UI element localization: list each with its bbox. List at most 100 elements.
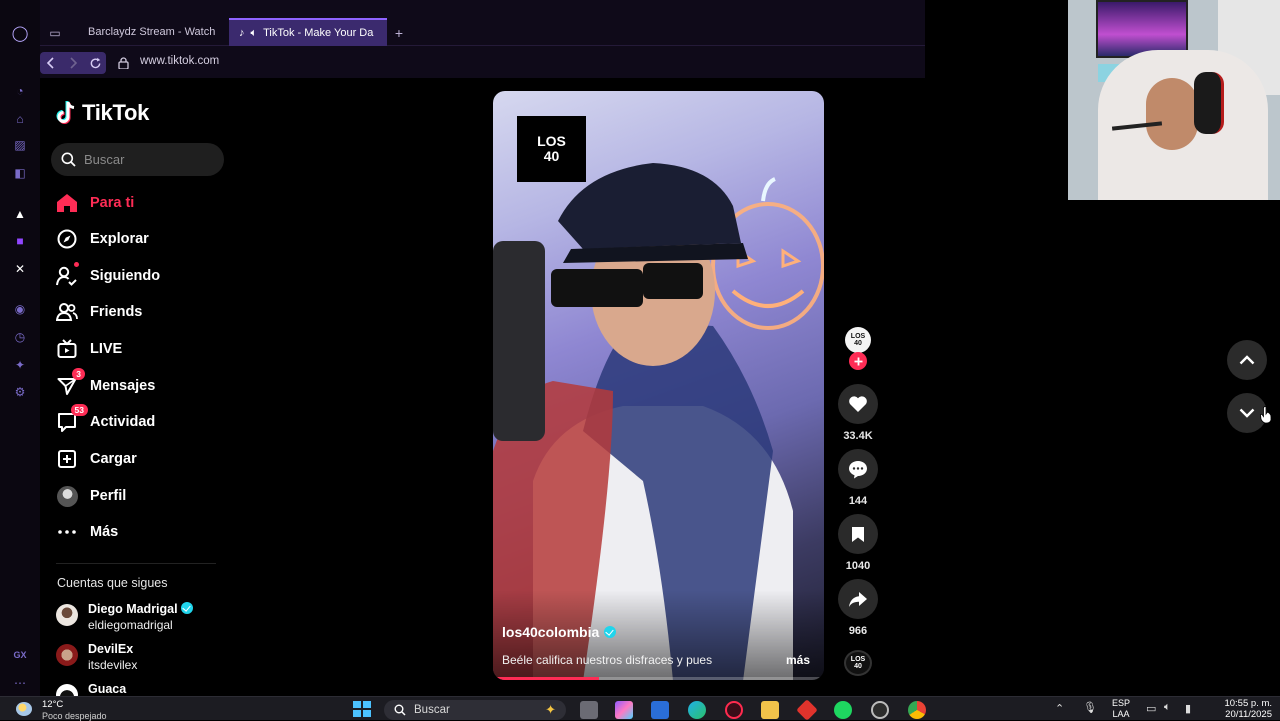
tiktok-note-icon: [56, 101, 75, 124]
video-progress-track[interactable]: [493, 677, 824, 680]
more-icon: [56, 521, 78, 543]
like-button[interactable]: [838, 384, 878, 424]
video-author[interactable]: los40colombia: [502, 624, 617, 640]
author-avatar[interactable]: LOS 40: [845, 327, 871, 353]
webcam-overlay: [1068, 0, 1280, 200]
nav-friends[interactable]: Friends: [56, 298, 142, 326]
chevron-up-icon: [1239, 355, 1255, 365]
search-input[interactable]: Buscar: [51, 143, 224, 176]
tab-audio-icon[interactable]: 🔈︎: [251, 27, 258, 40]
video-player[interactable]: LOS 40 los40colombia Beéle califica nues…: [493, 91, 824, 680]
extensions-icon[interactable]: ✦: [11, 356, 29, 374]
copilot-icon[interactable]: [615, 701, 633, 719]
player-icon[interactable]: ◉: [11, 300, 29, 318]
profile-avatar: [56, 485, 78, 507]
nav-live[interactable]: LIVE: [56, 335, 122, 363]
windows-start-icon[interactable]: [353, 701, 371, 717]
nav-mensajes[interactable]: 3 Mensajes: [56, 368, 155, 400]
nav-label: Actividad: [90, 414, 156, 430]
wifi-icon[interactable]: ▭: [1146, 702, 1156, 715]
following-header: Cuentas que sigues: [57, 576, 168, 590]
save-button[interactable]: [838, 514, 878, 554]
chevron-down-icon: [1239, 408, 1255, 418]
nav-label: Friends: [90, 304, 143, 320]
opera-gx-icon[interactable]: [725, 701, 743, 719]
spotify-icon[interactable]: [834, 701, 852, 719]
app-red-diamond-icon[interactable]: [796, 699, 818, 721]
following-name: Diego Madrigal: [88, 602, 178, 616]
tab-tiktok[interactable]: ♪ 🔈︎ TikTok - Make Your Da: [229, 18, 387, 46]
back-button[interactable]: [40, 52, 62, 74]
tab-barclaydz[interactable]: Barclaydz Stream - Watch: [70, 18, 220, 46]
settings-gear-icon[interactable]: ⚙: [11, 383, 29, 401]
author-avatar-text: LOS 40: [850, 333, 866, 347]
nav-actividad[interactable]: 53 Actividad: [56, 404, 156, 436]
taskbar-search[interactable]: Buscar ✦: [384, 700, 566, 720]
tab-island-icon[interactable]: ▭: [44, 22, 66, 44]
obs-icon[interactable]: [871, 701, 889, 719]
gx-control-icon[interactable]: ▨: [11, 136, 29, 154]
nav-label: Para ti: [90, 195, 135, 211]
nav-label: Siguiendo: [90, 268, 161, 284]
nav-para-ti[interactable]: Para ti: [56, 189, 134, 217]
bookmark-icon: [852, 526, 864, 542]
share-button[interactable]: [838, 579, 878, 619]
battery-icon[interactable]: ▮: [1185, 702, 1191, 715]
forward-button[interactable]: [62, 52, 84, 74]
caption-more-button[interactable]: más: [786, 653, 810, 667]
mod-icon[interactable]: ◧: [11, 164, 29, 182]
aria-icon[interactable]: ▲: [11, 205, 29, 223]
following-icon: [56, 262, 79, 287]
following-item-diego[interactable]: Diego Madrigal eldiegomadrigal: [56, 601, 193, 633]
outlook-icon[interactable]: [651, 701, 669, 719]
history-icon[interactable]: ◷: [11, 328, 29, 346]
music-disc-text: LOS 40: [850, 656, 866, 670]
new-tab-button[interactable]: +: [388, 22, 410, 44]
previous-video-button[interactable]: [1227, 340, 1267, 380]
url-field[interactable]: www.tiktok.com: [140, 55, 219, 67]
nav-cargar[interactable]: Cargar: [56, 445, 137, 473]
browser-address-bar: www.tiktok.com: [40, 46, 925, 78]
tray-overflow-chevron-icon[interactable]: ⌃: [1055, 702, 1064, 715]
nav-siguiendo[interactable]: Siguiendo: [56, 262, 160, 290]
clock[interactable]: 10:55 p. m. 20/11/2025: [1206, 698, 1272, 720]
live-tv-icon: [56, 338, 78, 360]
nav-label: LIVE: [90, 341, 123, 357]
file-explorer-icon[interactable]: [761, 701, 779, 719]
compass-icon: [56, 228, 78, 250]
reload-button[interactable]: [84, 52, 106, 74]
webcam-person-face: [1146, 78, 1198, 150]
twitch-icon[interactable]: ■: [11, 232, 29, 250]
headset-icon: [1194, 72, 1224, 134]
language-code: ESP: [1112, 698, 1131, 708]
browser-side-rail: ◯ ◔ ⌂ ▨ ◧ ▲ ■ ✕ ◉ ◷ ✦ ⚙ GX ⋯: [0, 0, 40, 696]
search-placeholder: Buscar: [84, 152, 125, 167]
rail-more-icon[interactable]: ⋯: [11, 674, 29, 692]
nav-label: Perfil: [90, 488, 127, 504]
edge-icon[interactable]: [688, 701, 706, 719]
comment-button[interactable]: [838, 449, 878, 489]
chrome-icon[interactable]: [908, 701, 926, 719]
messages-icon: 3: [56, 368, 85, 397]
music-disc[interactable]: LOS 40: [844, 650, 872, 676]
microphone-icon[interactable]: 🎙︎: [1083, 701, 1097, 714]
weather-temp[interactable]: 12°C: [42, 699, 63, 710]
share-arrow-icon: [849, 591, 867, 607]
volume-icon[interactable]: 🔈︎: [1164, 701, 1171, 714]
following-username: eldiegomadrigal: [88, 618, 173, 632]
weather-icon[interactable]: [16, 702, 32, 716]
following-name: Guaca: [88, 682, 127, 696]
speed-dial-icon[interactable]: ◔: [11, 82, 29, 100]
task-view-icon[interactable]: [580, 701, 598, 719]
nav-perfil[interactable]: Perfil: [56, 482, 126, 510]
gx-corner-icon[interactable]: ⌂: [11, 110, 29, 128]
nav-explorar[interactable]: Explorar: [56, 225, 149, 253]
x-twitter-icon[interactable]: ✕: [11, 260, 29, 278]
tiktok-logo-icon: ♪: [239, 27, 245, 39]
nav-mas[interactable]: Más: [56, 518, 118, 546]
following-item-devilex[interactable]: DevilEx itsdevilex: [56, 641, 137, 673]
tiktok-logo[interactable]: TikTok: [56, 100, 149, 126]
language-indicator[interactable]: ESP LAA: [1112, 698, 1130, 720]
opera-logo-icon[interactable]: ◯: [11, 24, 29, 42]
follow-plus-button[interactable]: [849, 352, 867, 370]
